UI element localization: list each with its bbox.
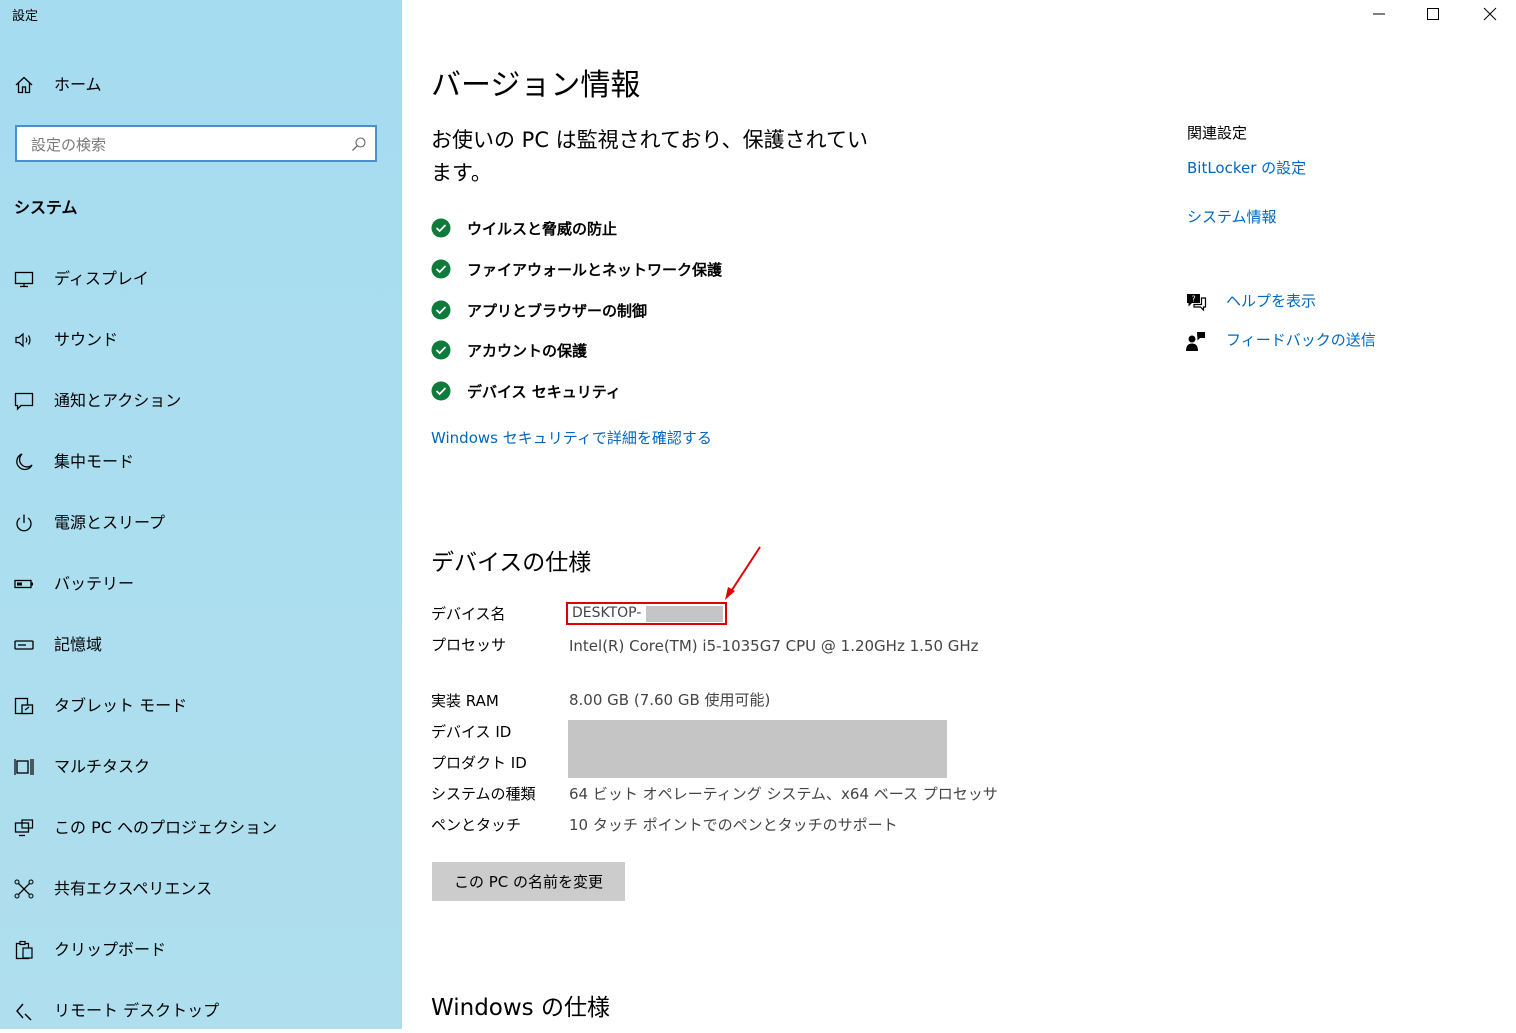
sidebar-item-sound[interactable]: サウンド — [0, 318, 402, 362]
protection-item-label: アプリとブラウザーの制御 — [467, 301, 648, 320]
protection-item: アカウントの保護 — [431, 337, 587, 363]
sidebar-item-label: サウンド — [54, 330, 119, 349]
close-icon[interactable] — [1480, 4, 1500, 24]
protection-item: ファイアウォールとネットワーク保護 — [431, 256, 722, 282]
display-icon — [14, 271, 34, 288]
sidebar-item-label: 通知とアクション — [54, 391, 182, 410]
search-box[interactable] — [15, 125, 377, 162]
protection-item: デバイス セキュリティ — [431, 378, 621, 404]
spec-value-processor: Intel(R) Core(TM) i5-1035G7 CPU @ 1.20GH… — [569, 637, 979, 655]
sound-icon — [15, 332, 31, 348]
sidebar-item-label: ディスプレイ — [54, 269, 149, 288]
redaction-mask — [568, 720, 947, 778]
sidebar-item-label: ホーム — [54, 75, 102, 94]
sidebar-item-multitask[interactable]: マルチタスク — [0, 745, 402, 789]
remote-desktop-icon — [16, 1003, 32, 1021]
sidebar-item-projection[interactable]: この PC へのプロジェクション — [0, 806, 402, 850]
protection-item-label: アカウントの保護 — [467, 341, 588, 360]
spec-label-processor: プロセッサ — [431, 636, 507, 654]
sidebar-item-home[interactable]: ホーム — [0, 63, 402, 107]
sidebar-item-label: 共有エクスペリエンス — [54, 879, 213, 898]
notification-icon — [14, 392, 34, 411]
moon-icon — [16, 453, 33, 471]
sidebar-item-display[interactable]: ディスプレイ — [0, 257, 402, 301]
help-link[interactable]: ヘルプを表示 — [1226, 290, 1316, 311]
spec-label-device-name: デバイス名 — [431, 605, 506, 623]
spec-value-pen-touch: 10 タッチ ポイントでのペンとタッチのサポート — [569, 816, 898, 834]
search-input[interactable] — [29, 133, 343, 157]
windows-specs-heading: Windows の仕様 — [431, 995, 610, 1021]
check-circle-icon — [431, 259, 451, 279]
protection-item-label: ウイルスと脅威の防止 — [467, 219, 618, 238]
share-icon — [14, 879, 34, 899]
sidebar-item-label: 集中モード — [54, 452, 135, 471]
check-circle-icon — [431, 381, 451, 401]
tablet-icon — [14, 697, 34, 715]
device-name-value: DESKTOP- — [572, 605, 642, 621]
sidebar-item-label: 記憶域 — [54, 635, 103, 654]
sidebar-item-label: バッテリー — [54, 574, 135, 593]
multitask-icon — [14, 759, 34, 775]
sidebar-item-clipboard[interactable]: クリップボード — [0, 928, 402, 972]
sidebar: 設定 ホーム システム ディスプレイ サウンド 通知とアクション 集中モード 電… — [0, 0, 402, 1029]
feedback-link[interactable]: フィードバックの送信 — [1226, 329, 1376, 350]
spec-label-product-id: プロダクト ID — [431, 754, 527, 772]
search-icon[interactable] — [351, 136, 367, 152]
sidebar-item-label: 電源とスリープ — [54, 513, 166, 532]
sidebar-item-storage[interactable]: 記憶域 — [0, 623, 402, 667]
sidebar-item-label: リモート デスクトップ — [54, 1001, 220, 1020]
battery-icon — [14, 579, 33, 589]
clipboard-icon — [15, 940, 33, 960]
page-title: バージョン情報 — [431, 68, 641, 103]
minimize-icon[interactable] — [1369, 4, 1389, 24]
projection-icon — [14, 819, 34, 837]
sidebar-item-label: マルチタスク — [54, 757, 151, 776]
annotation-arrow — [725, 546, 761, 600]
sidebar-item-battery[interactable]: バッテリー — [0, 562, 402, 606]
device-name-highlight: DESKTOP- — [566, 602, 727, 625]
protection-item-label: ファイアウォールとネットワーク保護 — [467, 260, 723, 279]
spec-label-ram: 実装 RAM — [431, 692, 499, 710]
svg-text:?: ? — [1192, 295, 1196, 304]
related-settings-title: 関連設定 — [1187, 124, 1248, 142]
spec-label-device-id: デバイス ID — [431, 723, 512, 741]
check-circle-icon — [431, 300, 451, 320]
protection-status-heading: お使いの PC は監視されており、保護されています。 — [431, 128, 868, 185]
protection-item: アプリとブラウザーの制御 — [431, 297, 647, 323]
sidebar-item-label: タブレット モード — [54, 696, 188, 715]
redaction-mask — [646, 606, 723, 622]
spec-value-system-type: 64 ビット オペレーティング システム、x64 ベース プロセッサ — [569, 785, 998, 803]
sidebar-item-label: クリップボード — [54, 940, 167, 959]
system-info-link[interactable]: システム情報 — [1187, 206, 1277, 227]
main-content: バージョン情報 お使いの PC は監視されており、保護されています。 ウイルスと… — [402, 0, 1516, 1029]
home-icon — [15, 76, 33, 94]
maximize-icon[interactable] — [1423, 4, 1443, 24]
sidebar-item-shared[interactable]: 共有エクスペリエンス — [0, 867, 402, 911]
spec-label-system-type: システムの種類 — [431, 785, 536, 803]
rename-pc-button[interactable]: この PC の名前を変更 — [432, 862, 625, 901]
sidebar-item-focus[interactable]: 集中モード — [0, 440, 402, 484]
power-icon — [16, 514, 32, 532]
app-title: 設定 — [12, 9, 39, 24]
sidebar-section-label: システム — [14, 198, 78, 217]
protection-item: ウイルスと脅威の防止 — [431, 215, 617, 241]
windows-security-link[interactable]: Windows セキュリティで詳細を確認する — [431, 427, 712, 448]
check-circle-icon — [431, 340, 451, 360]
sidebar-item-label: この PC へのプロジェクション — [54, 818, 277, 837]
sidebar-item-power[interactable]: 電源とスリープ — [0, 501, 402, 545]
device-specs-heading: デバイスの仕様 — [431, 550, 592, 576]
sidebar-item-notifications[interactable]: 通知とアクション — [0, 379, 402, 423]
spec-label-pen-touch: ペンとタッチ — [431, 816, 522, 834]
check-circle-icon — [431, 218, 451, 238]
help-chat-icon: ? — [1187, 294, 1207, 312]
bitlocker-settings-link[interactable]: BitLocker の設定 — [1187, 157, 1306, 178]
feedback-icon — [1186, 332, 1205, 351]
sidebar-item-tablet[interactable]: タブレット モード — [0, 684, 402, 728]
spec-value-ram: 8.00 GB (7.60 GB 使用可能) — [569, 691, 771, 709]
storage-icon — [14, 640, 34, 650]
protection-item-label: デバイス セキュリティ — [467, 382, 621, 401]
sidebar-item-remote-desktop[interactable]: リモート デスクトップ — [0, 989, 402, 1033]
